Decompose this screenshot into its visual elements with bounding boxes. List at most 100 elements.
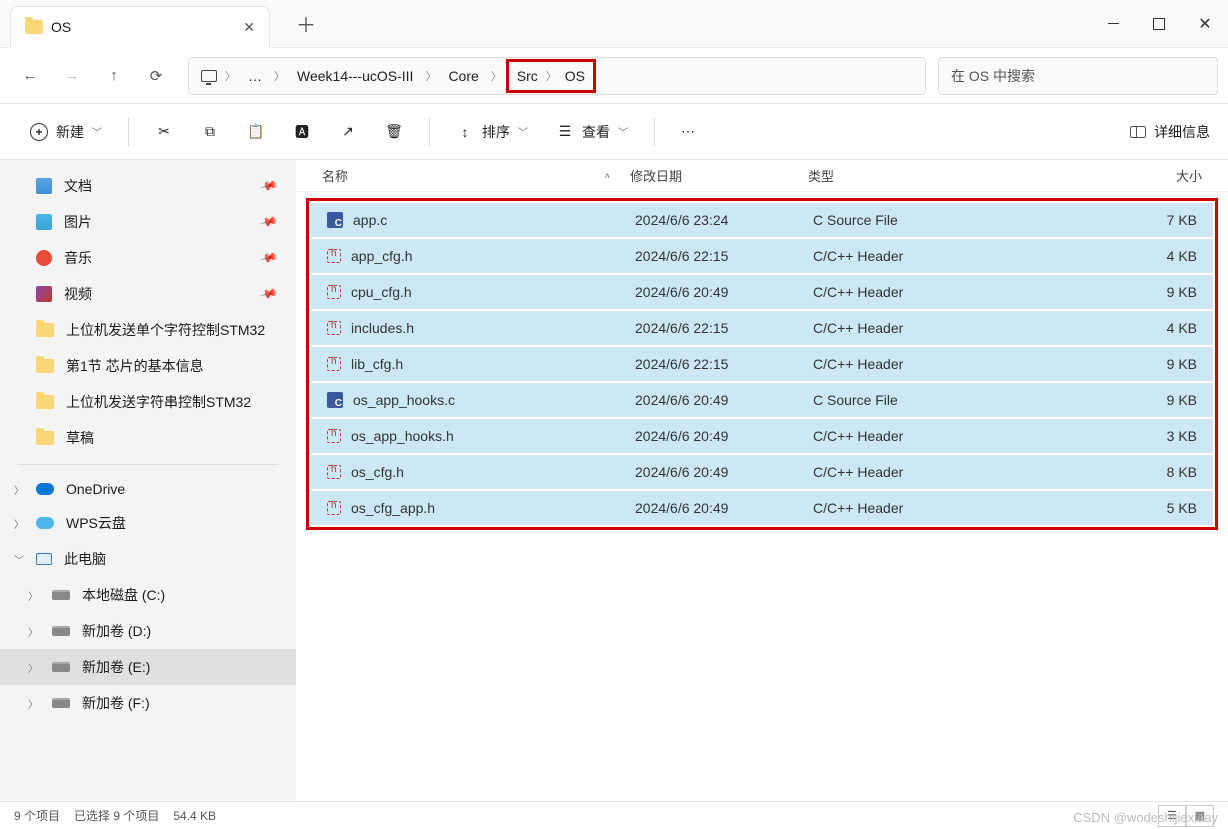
file-row[interactable]: lib_cfg.h2024/6/6 22:15C/C++ Header9 KB <box>311 347 1213 381</box>
file-row[interactable]: os_cfg.h2024/6/6 20:49C/C++ Header8 KB <box>311 455 1213 489</box>
col-size-header[interactable]: 大小 <box>958 166 1214 185</box>
music-icon <box>36 250 52 266</box>
sidebar-drive[interactable]: 〉 新加卷 (E:) <box>0 649 296 685</box>
view-button[interactable]: ☰ 查看 ﹀ <box>544 114 640 150</box>
separator <box>429 118 430 146</box>
sidebar-item[interactable]: 音乐📌 <box>0 240 296 276</box>
pin-icon: 📌 <box>259 284 279 304</box>
folder-icon <box>36 359 54 373</box>
breadcrumb-item[interactable]: Src <box>509 64 546 88</box>
sidebar-drive[interactable]: 〉新加卷 (D:) <box>0 613 296 649</box>
sidebar: 文档📌图片📌音乐📌视频📌上位机发送单个字符控制STM32第1节 芯片的基本信息上… <box>0 160 296 801</box>
paste-icon: 📋 <box>247 123 265 141</box>
file-type: C/C++ Header <box>813 320 963 336</box>
file-row[interactable]: app.c2024/6/6 23:24C Source File7 KB <box>311 203 1213 237</box>
paste-button[interactable]: 📋 <box>235 115 277 149</box>
file-size: 9 KB <box>963 392 1209 408</box>
navbar: ← → ↑ ⟳ 〉 … 〉 Week14---ucOS-III 〉 Core 〉… <box>0 48 1228 104</box>
file-size: 4 KB <box>963 248 1209 264</box>
breadcrumb-item[interactable]: Week14---ucOS-III <box>289 64 421 88</box>
sidebar-label: 上位机发送单个字符控制STM32 <box>66 320 265 340</box>
share-button[interactable]: ↗ <box>327 115 369 149</box>
disk-icon <box>52 590 70 600</box>
file-h-icon <box>327 465 341 479</box>
sidebar-drive[interactable]: 〉新加卷 (F:) <box>0 685 296 721</box>
sidebar-item[interactable]: 〉WPS云盘 <box>0 505 296 541</box>
chevron-down-icon: ﹀ <box>14 552 24 567</box>
copy-button[interactable]: ⧉ <box>189 115 231 149</box>
file-date: 2024/6/6 22:15 <box>635 320 813 336</box>
details-pane-button[interactable]: 详细信息 <box>1130 122 1210 142</box>
sidebar-item[interactable]: 第1节 芯片的基本信息 <box>0 348 296 384</box>
file-name: os_app_hooks.h <box>351 428 454 444</box>
copy-icon: ⧉ <box>201 123 219 141</box>
forward-button[interactable]: → <box>52 56 92 96</box>
view-icon: ☰ <box>556 123 574 141</box>
sidebar-item[interactable]: 图片📌 <box>0 204 296 240</box>
file-type: C Source File <box>813 212 963 228</box>
separator <box>128 118 129 146</box>
sidebar-label: 文档 <box>64 176 92 196</box>
folder-icon <box>25 20 43 34</box>
highlight-annotation: Src 〉 OS <box>506 59 596 93</box>
col-name-header[interactable]: 名称˄ <box>310 166 630 185</box>
new-button[interactable]: + 新建 ﹀ <box>18 114 114 150</box>
file-type: C/C++ Header <box>813 356 963 372</box>
chevron-right-icon: 〉 <box>28 588 38 603</box>
chevron-right-icon: 〉 <box>28 696 38 711</box>
delete-button[interactable]: 🗑 <box>373 115 415 149</box>
breadcrumb-more[interactable]: … <box>240 64 270 88</box>
sidebar-label: 新加卷 (D:) <box>82 621 151 641</box>
sort-button[interactable]: ↕ 排序 ﹀ <box>444 114 540 150</box>
sidebar-item[interactable]: 上位机发送单个字符控制STM32 <box>0 312 296 348</box>
window-controls: ✕ <box>1090 4 1228 44</box>
tab-close-icon[interactable]: ✕ <box>243 19 255 36</box>
doc-icon <box>36 178 52 194</box>
refresh-button[interactable]: ⟳ <box>136 56 176 96</box>
search-input[interactable]: 在 OS 中搜索 <box>938 57 1218 95</box>
sidebar-item-pc[interactable]: ﹀此电脑 <box>0 541 296 577</box>
sidebar-item[interactable]: 上位机发送字符串控制STM32 <box>0 384 296 420</box>
minimize-button[interactable] <box>1090 4 1136 44</box>
file-c-icon <box>327 392 343 408</box>
main-panel: 名称˄ 修改日期 类型 大小 app.c2024/6/6 23:24C Sour… <box>296 160 1228 801</box>
maximize-button[interactable] <box>1136 4 1182 44</box>
file-row[interactable]: includes.h2024/6/6 22:15C/C++ Header4 KB <box>311 311 1213 345</box>
file-row[interactable]: os_app_hooks.h2024/6/6 20:49C/C++ Header… <box>311 419 1213 453</box>
chevron-right-icon: 〉 <box>274 68 285 84</box>
file-row[interactable]: app_cfg.h2024/6/6 22:15C/C++ Header4 KB <box>311 239 1213 273</box>
col-date-header[interactable]: 修改日期 <box>630 166 808 185</box>
col-type-header[interactable]: 类型 <box>808 166 958 185</box>
file-h-icon <box>327 321 341 335</box>
breadcrumb-item[interactable]: Core <box>440 64 486 88</box>
address-bar[interactable]: 〉 … 〉 Week14---ucOS-III 〉 Core 〉 Src 〉 O… <box>188 57 926 95</box>
sidebar-item[interactable]: 草稿 <box>0 420 296 456</box>
sidebar-item[interactable]: 视频📌 <box>0 276 296 312</box>
sidebar-item[interactable]: 〉OneDrive <box>0 473 296 505</box>
new-tab-button[interactable]: ＋ <box>282 9 330 38</box>
sort-icon: ↕ <box>456 123 474 141</box>
item-count: 9 个项目 <box>14 807 60 824</box>
close-button[interactable]: ✕ <box>1182 4 1228 44</box>
file-date: 2024/6/6 20:49 <box>635 392 813 408</box>
file-h-icon <box>327 429 341 443</box>
statusbar: 9 个项目 已选择 9 个项目 54.4 KB ☰ ▦ <box>0 801 1228 829</box>
sidebar-label: 新加卷 (E:) <box>82 657 150 677</box>
file-size: 9 KB <box>963 284 1209 300</box>
breadcrumb-item[interactable]: OS <box>557 64 593 88</box>
window-tab[interactable]: OS ✕ <box>10 6 270 48</box>
file-size: 9 KB <box>963 356 1209 372</box>
sidebar-drive[interactable]: 〉本地磁盘 (C:) <box>0 577 296 613</box>
rename-button[interactable]: 🅰 <box>281 115 323 149</box>
file-row[interactable]: cpu_cfg.h2024/6/6 20:49C/C++ Header9 KB <box>311 275 1213 309</box>
file-row[interactable]: os_cfg_app.h2024/6/6 20:49C/C++ Header5 … <box>311 491 1213 525</box>
more-button[interactable]: ⋯ <box>669 115 707 148</box>
back-button[interactable]: ← <box>10 56 50 96</box>
file-name: os_app_hooks.c <box>353 392 455 408</box>
chevron-right-icon: 〉 <box>28 660 38 675</box>
sidebar-item[interactable]: 文档📌 <box>0 168 296 204</box>
watermark: CSDN @wodeshijiexiaay <box>1073 810 1218 825</box>
file-row[interactable]: os_app_hooks.c2024/6/6 20:49C Source Fil… <box>311 383 1213 417</box>
up-button[interactable]: ↑ <box>94 56 134 96</box>
cut-button[interactable]: ✂ <box>143 115 185 149</box>
